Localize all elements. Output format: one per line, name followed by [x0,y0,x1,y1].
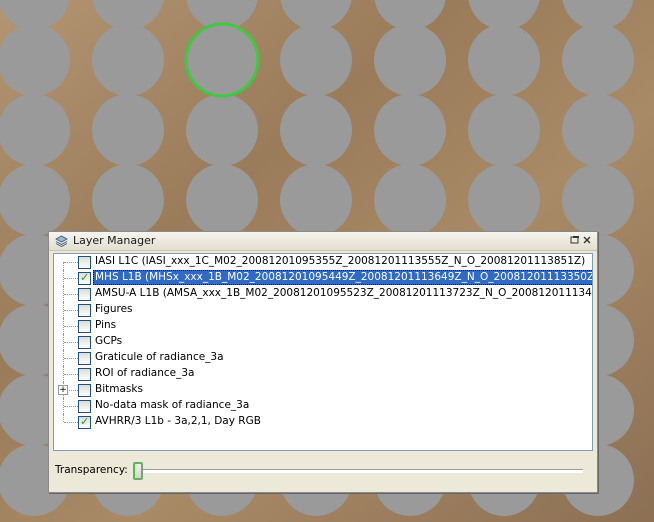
layer-row[interactable]: ROI of radiance_3a [54,366,590,382]
layer-row[interactable]: AMSU-A L1B (AMSA_xxx_1B_M02_200812010955… [54,286,592,302]
transparency-panel: Transparency: [53,454,591,486]
footprint-circle [374,164,446,236]
layer-manager-titlebar[interactable]: Layer Manager [49,232,597,251]
layer-visibility-checkbox[interactable] [78,400,91,413]
layer-row[interactable]: + Bitmasks [54,382,590,398]
layer-visibility-checkbox[interactable]: ✓ [78,271,91,285]
transparency-slider-track[interactable] [137,469,583,473]
layer-visibility-checkbox[interactable] [78,320,91,333]
layer-label[interactable]: MHS L1B (MHSx_xxx_1B_M02_20081201095449Z… [93,270,592,285]
tree-connector [64,278,78,279]
footprint-circle [562,24,634,96]
layer-visibility-checkbox[interactable] [78,256,91,269]
layer-label[interactable]: AMSU-A L1B (AMSA_xxx_1B_M02_200812010955… [93,286,592,301]
layer-tree[interactable]: IASI L1C (IASI_xxx_1C_M02_20081201095355… [53,253,593,451]
layer-manager-window: Layer Manager IASI L1C (IASI_xxx_1C_M02_… [48,231,598,493]
layer-row[interactable]: Graticule of radiance_3a [54,350,590,366]
layer-row[interactable]: Pins [54,318,590,334]
layer-visibility-checkbox[interactable]: ✓ [78,415,91,429]
tree-connector [64,326,78,327]
layer-visibility-checkbox[interactable] [78,352,91,365]
footprint-circle [0,94,70,166]
expand-icon[interactable]: + [58,385,68,395]
layer-row[interactable]: Figures [54,302,590,318]
transparency-slider-thumb[interactable] [133,462,143,480]
footprint-circle [280,24,352,96]
layer-row[interactable]: ✓ AVHRR/3 L1b - 3a,2,1, Day RGB [54,414,590,430]
window-title: Layer Manager [73,234,156,247]
checkmark-icon: ✓ [80,415,90,428]
layers-icon [55,235,68,247]
layer-label[interactable]: Figures [93,302,135,317]
footprint-circle [0,164,70,236]
footprint-circle [374,24,446,96]
footprint-circle [374,94,446,166]
tree-connector [64,406,78,407]
tree-connector [63,414,64,422]
layer-label[interactable]: AVHRR/3 L1b - 3a,2,1, Day RGB [93,414,263,429]
layer-label[interactable]: Graticule of radiance_3a [93,350,226,365]
tree-connector [64,358,78,359]
tree-connector [64,374,78,375]
footprint-circle [92,94,164,166]
layer-visibility-checkbox[interactable] [78,368,91,381]
layer-label[interactable]: Pins [93,318,118,333]
footprint-circle [0,24,70,96]
layer-visibility-checkbox[interactable] [78,384,91,397]
close-icon[interactable] [581,235,592,246]
footprint-circle [468,94,540,166]
tree-connector [64,262,78,263]
footprint-circle [92,164,164,236]
layer-visibility-checkbox[interactable] [78,288,91,301]
tree-connector [64,294,78,295]
layer-row[interactable]: No-data mask of radiance_3a [54,398,590,414]
tree-connector [64,422,78,423]
footprint-circle [280,164,352,236]
footprint-circle [280,94,352,166]
layer-row[interactable]: ✓ MHS L1B (MHSx_xxx_1B_M02_20081201095449… [54,270,592,286]
layer-row[interactable]: GCPs [54,334,590,350]
transparency-label: Transparency: [55,464,128,476]
footprint-circle [468,164,540,236]
footprint-circle [562,94,634,166]
footprint-circle [186,164,258,236]
layer-visibility-checkbox[interactable] [78,304,91,317]
layer-row[interactable]: IASI L1C (IASI_xxx_1C_M02_20081201095355… [54,254,590,278]
layer-label[interactable]: ROI of radiance_3a [93,366,196,381]
footprint-circle [562,164,634,236]
tree-connector [64,342,78,343]
footprint-circle [468,24,540,96]
footprint-circle [186,94,258,166]
layer-label[interactable]: GCPs [93,334,124,349]
layer-label[interactable]: Bitmasks [93,382,145,397]
checkmark-icon: ✓ [80,271,90,284]
layer-visibility-checkbox[interactable] [78,336,91,349]
layer-label[interactable]: No-data mask of radiance_3a [93,398,251,413]
layer-label[interactable]: IASI L1C (IASI_xxx_1C_M02_20081201095355… [93,254,587,269]
tree-connector [64,310,78,311]
footprint-circle [92,24,164,96]
float-window-icon[interactable] [569,235,580,246]
